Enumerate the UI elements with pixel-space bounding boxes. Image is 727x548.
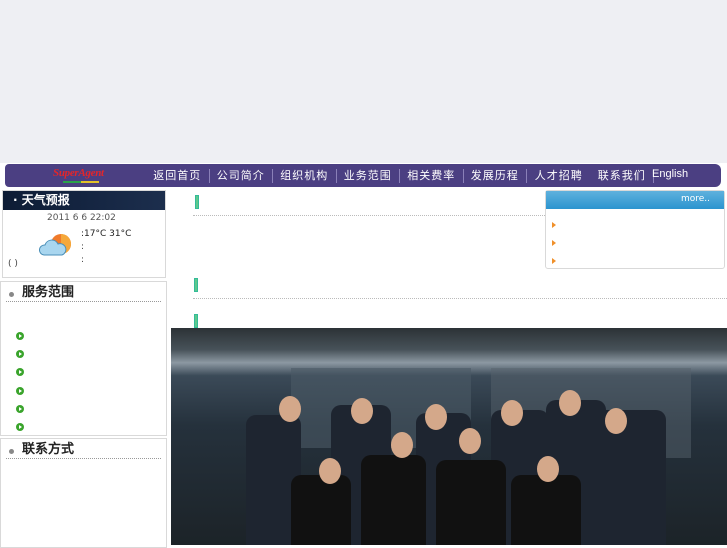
person-head [501,400,523,426]
section-marker-icon [195,195,199,209]
arrow-bullet-icon [552,222,556,228]
service-item[interactable] [16,380,24,398]
arrow-bullet-icon [552,258,556,264]
weather-line-2: : [81,242,85,252]
news-panel: more.. [545,190,725,269]
person-head [537,456,559,482]
weather-datetime: 2011 6 6 22:02 [47,213,116,223]
service-item[interactable] [16,361,24,379]
main-nav: SuperAgent 返回首页 公司简介 组织机构 业务范围 相关费率 发展历程… [5,164,721,187]
team-photo [171,328,727,545]
person-head [425,404,447,430]
section-marker-icon [194,278,198,292]
news-more-link[interactable]: more.. [546,191,724,209]
news-item[interactable] [546,245,724,264]
service-item[interactable] [16,398,24,416]
arrow-bullet-icon [16,332,24,340]
person-figure [436,460,506,545]
service-title: 服务范围 [6,282,161,302]
service-item[interactable] [16,416,24,434]
service-item[interactable] [16,325,24,343]
person-head [279,396,301,422]
section-marker-icon [194,314,198,328]
weather-panel: · 天气预报 2011 6 6 22:02 :17°C 31°C : : ( ) [2,190,166,278]
service-item[interactable] [16,343,24,361]
contact-title: 联系方式 [6,439,161,459]
service-panel: 服务范围 [0,281,167,436]
person-head [459,428,481,454]
partly-cloudy-icon [39,234,71,256]
nav-careers[interactable]: 人才招聘 [527,169,591,183]
arrow-bullet-icon [16,368,24,377]
weather-temperature: :17°C 31°C [81,229,132,239]
arrow-bullet-icon [16,350,24,359]
arrow-bullet-icon [16,404,24,413]
arrow-bullet-icon [16,386,24,395]
nav-contact[interactable]: 联系我们 [591,168,654,183]
person-head [559,390,581,416]
logo[interactable]: SuperAgent [53,167,104,179]
weather-location: ( ) [8,259,18,269]
nav-business[interactable]: 业务范围 [337,168,400,183]
weather-title: · 天气预报 [3,191,165,210]
nav-fees[interactable]: 相关费率 [400,168,464,183]
person-head [319,458,341,484]
arrow-bullet-icon [16,422,24,431]
divider [193,298,727,299]
person-head [351,398,373,424]
person-figure [291,475,351,545]
person-figure [361,455,426,545]
top-banner [0,0,727,163]
nav-organization[interactable]: 组织机构 [273,168,337,183]
contact-panel: 联系方式 [0,438,167,548]
nav-english[interactable]: English [652,168,688,180]
logo-underline [63,181,99,183]
weather-line-3: : [81,255,85,265]
news-item[interactable] [546,227,724,246]
divider [193,215,545,216]
arrow-bullet-icon [552,240,556,246]
person-figure [511,475,581,545]
nav-home[interactable]: 返回首页 [146,168,210,183]
nav-about[interactable]: 公司简介 [210,168,273,183]
nav-history[interactable]: 发展历程 [464,168,527,183]
person-head [391,432,413,458]
news-item[interactable] [546,209,724,228]
person-head [605,408,627,434]
